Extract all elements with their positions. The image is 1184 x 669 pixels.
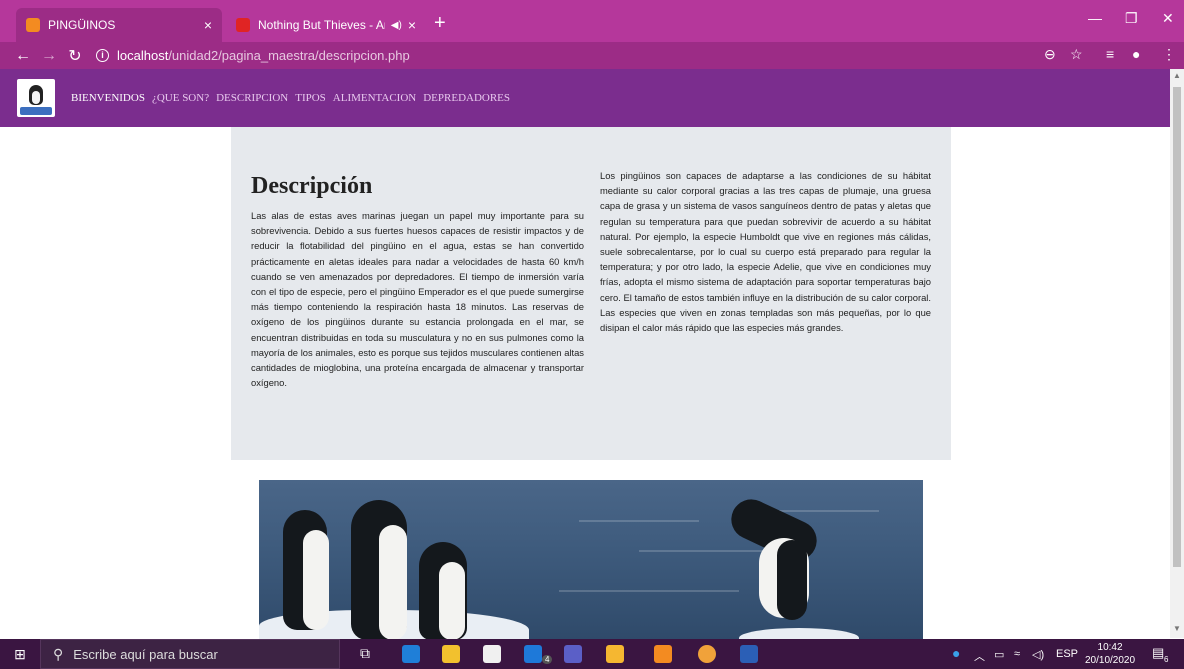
speaker-icon[interactable]: ◀) xyxy=(391,20,402,31)
tab-title: PINGÜINOS xyxy=(48,18,116,32)
browser-toolbar: ← → ↻ i localhost/unidad2/pagina_maestra… xyxy=(0,42,1184,69)
browser-tab-bar: PINGÜINOS × Nothing But Thieves - Amster… xyxy=(0,0,1184,42)
help-icon[interactable]: ● xyxy=(952,645,960,661)
nav-depredadores[interactable]: DEPREDADORES xyxy=(423,92,510,104)
back-icon[interactable]: ← xyxy=(10,47,36,65)
penguins-photo xyxy=(259,480,923,640)
nav-links: BIENVENIDOS ¿QUE SON? DESCRIPCION TIPOS … xyxy=(71,92,517,104)
bookmark-star-icon[interactable]: ☆ xyxy=(1070,46,1083,63)
description-section: Descripción Las alas de estas aves marin… xyxy=(231,127,951,460)
chrome-icon[interactable] xyxy=(698,645,716,663)
nav-tipos[interactable]: TIPOS xyxy=(295,92,326,104)
penguin-logo[interactable] xyxy=(17,79,55,117)
address-bar[interactable]: i localhost/unidad2/pagina_maestra/descr… xyxy=(96,48,410,63)
address-path: /unidad2/pagina_maestra/descripcion.php xyxy=(168,48,410,63)
menu-icon[interactable]: ⋮ xyxy=(1162,46,1176,63)
teams-icon[interactable] xyxy=(564,645,582,663)
battery-icon[interactable]: ▭ xyxy=(994,648,1004,661)
page-title: Descripción xyxy=(251,173,373,199)
forward-icon[interactable]: → xyxy=(36,47,62,65)
scroll-down-icon[interactable]: ▼ xyxy=(1173,624,1181,633)
store-icon[interactable] xyxy=(483,645,501,663)
nav-bienvenidos[interactable]: BIENVENIDOS xyxy=(71,92,145,104)
windows-taskbar: ⊞ ⚲ Escribe aquí para buscar xyxy=(0,639,1184,669)
minimize-icon[interactable]: — xyxy=(1088,10,1102,26)
youtube-favicon-icon xyxy=(236,18,250,32)
new-tab-button[interactable]: + xyxy=(434,13,446,33)
edge-icon[interactable] xyxy=(402,645,420,663)
clock-date: 20/10/2020 xyxy=(1085,655,1136,666)
site-navbar: BIENVENIDOS ¿QUE SON? DESCRIPCION TIPOS … xyxy=(0,69,1170,127)
zoom-icon[interactable]: ⊖ xyxy=(1044,46,1056,63)
tab-youtube[interactable]: Nothing But Thieves - Amsterdam ◀) × xyxy=(226,8,426,42)
tray-chevron-up-icon[interactable]: ︿ xyxy=(974,648,985,664)
media-queue-icon[interactable]: ≡ xyxy=(1106,46,1114,62)
address-host: localhost xyxy=(117,48,169,63)
xampp-icon[interactable] xyxy=(654,645,672,663)
description-paragraph-right: Los pingüinos son capaces de adaptarse a… xyxy=(600,170,931,334)
windows-start-icon[interactable]: ⊞ xyxy=(0,639,40,669)
sublime-icon[interactable] xyxy=(606,645,624,663)
taskbar-clock[interactable]: 10:42 20/10/2020 xyxy=(1085,641,1135,667)
close-tab-icon[interactable]: × xyxy=(204,17,212,33)
notification-count: 6 xyxy=(1164,655,1169,664)
search-icon: ⚲ xyxy=(53,645,64,662)
close-tab-icon[interactable]: × xyxy=(408,17,416,33)
nav-que-son[interactable]: ¿QUE SON? xyxy=(152,92,209,104)
word-icon[interactable] xyxy=(740,645,758,663)
page-scrollbar[interactable]: ▲ ▼ xyxy=(1170,69,1184,638)
clock-time: 10:42 xyxy=(1097,642,1123,653)
description-paragraph-left: Las alas de estas aves marinas juegan un… xyxy=(251,210,584,389)
nav-alimentacion[interactable]: ALIMENTACION xyxy=(333,92,416,104)
language-indicator[interactable]: ESP xyxy=(1056,648,1078,660)
mail-icon[interactable] xyxy=(524,645,542,663)
taskbar-search-placeholder: Escribe aquí para buscar xyxy=(73,646,218,662)
tab-title: Nothing But Thieves - Amsterdam xyxy=(258,18,385,32)
scroll-up-icon[interactable]: ▲ xyxy=(1173,71,1181,80)
scroll-thumb[interactable] xyxy=(1173,87,1181,567)
tab-pinguinos[interactable]: PINGÜINOS × xyxy=(16,8,222,42)
info-icon[interactable]: i xyxy=(96,49,109,62)
restore-icon[interactable]: ❐ xyxy=(1125,10,1138,27)
volume-icon[interactable]: ◁) xyxy=(1032,648,1044,661)
reload-icon[interactable]: ↻ xyxy=(62,46,88,66)
xampp-favicon-icon xyxy=(26,18,40,32)
taskbar-search-input[interactable]: ⚲ Escribe aquí para buscar xyxy=(40,639,340,669)
file-explorer-icon[interactable] xyxy=(442,645,460,663)
profile-icon[interactable]: ● xyxy=(1132,46,1140,62)
task-view-icon[interactable]: ⧉ xyxy=(360,645,370,662)
wifi-icon[interactable]: ≈ xyxy=(1014,648,1020,660)
nav-descripcion[interactable]: DESCRIPCION xyxy=(216,92,288,104)
close-window-icon[interactable]: ✕ xyxy=(1162,10,1174,27)
notifications-icon[interactable]: ▤ xyxy=(1152,645,1164,661)
